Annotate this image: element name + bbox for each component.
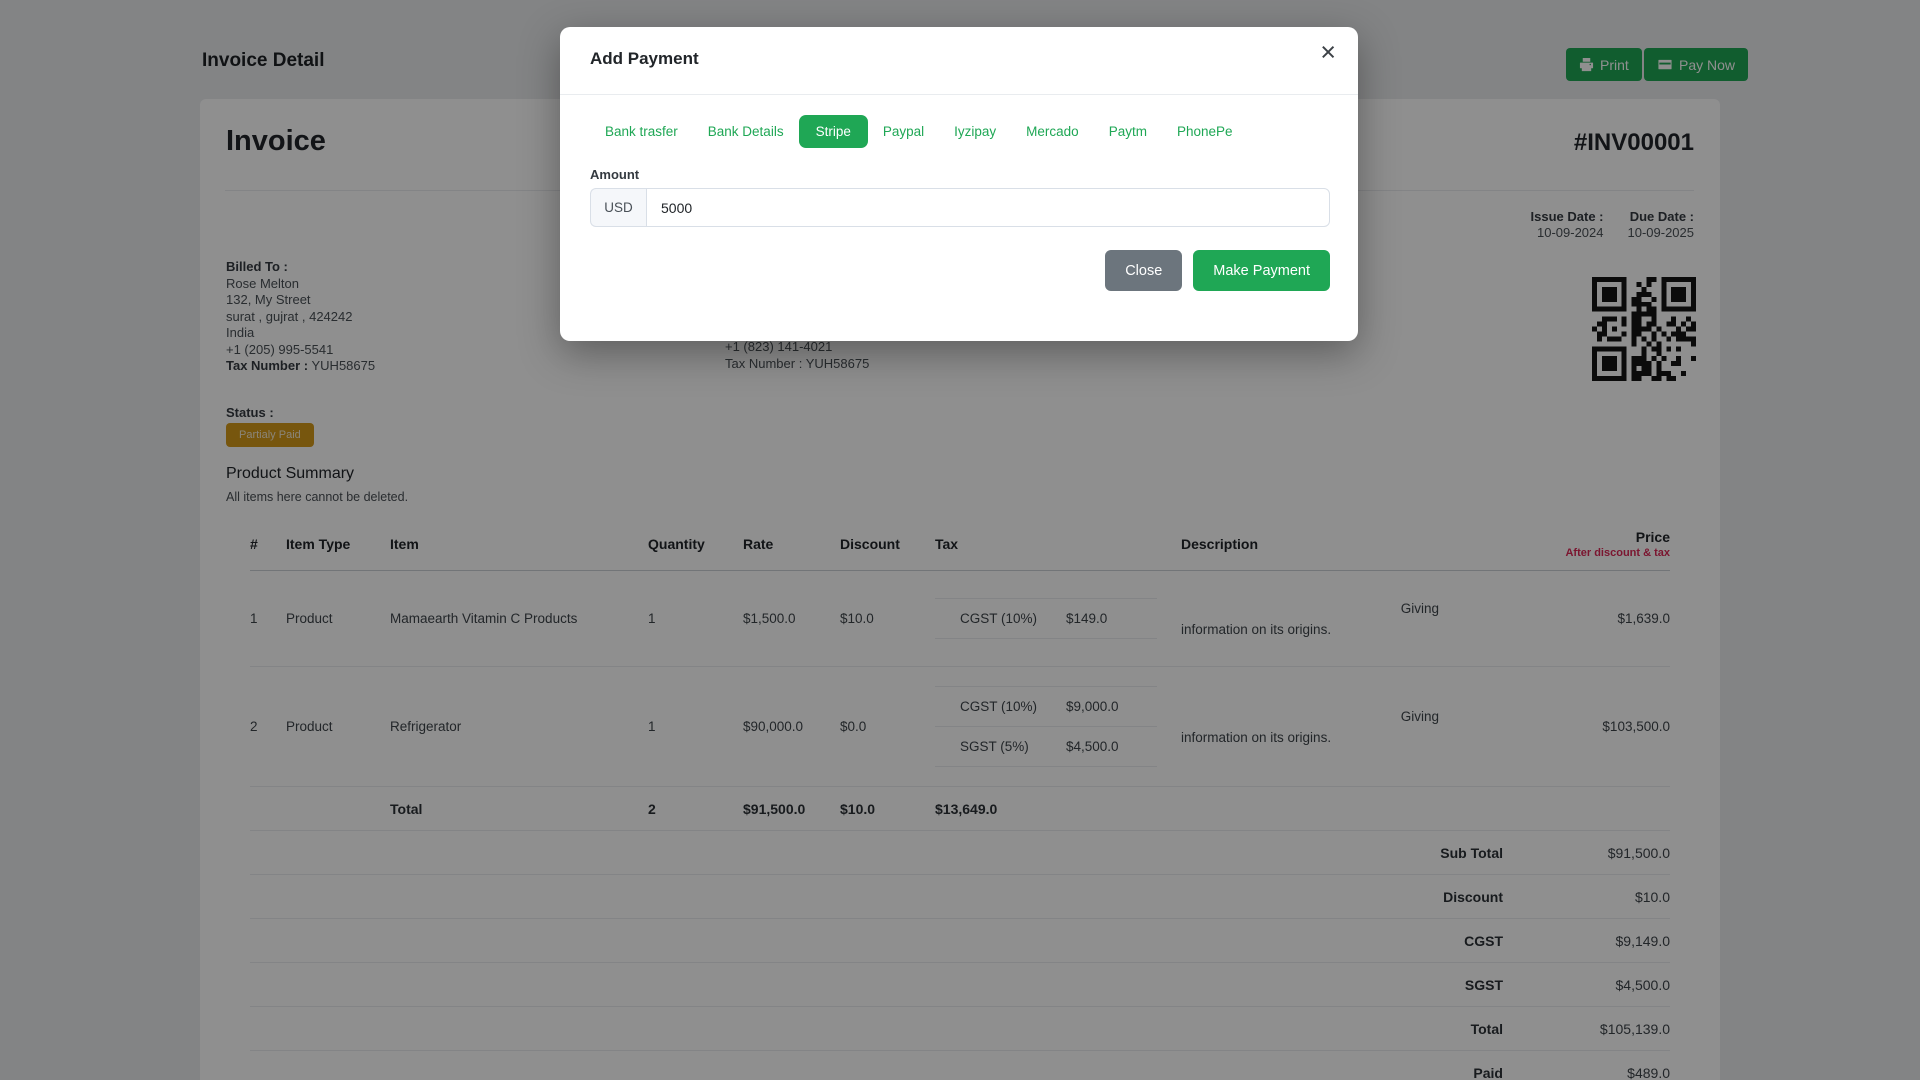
tab-paytm[interactable]: Paytm xyxy=(1094,115,1162,148)
close-icon[interactable]: × xyxy=(1320,39,1336,66)
modal-footer: Close Make Payment xyxy=(1105,250,1330,291)
close-button[interactable]: Close xyxy=(1105,250,1183,291)
amount-input-group: USD xyxy=(590,188,1330,227)
currency-addon: USD xyxy=(590,188,646,227)
tab-mercado[interactable]: Mercado xyxy=(1011,115,1094,148)
make-payment-button[interactable]: Make Payment xyxy=(1193,250,1330,291)
invoice-detail-page: Invoice Detail Print Pay Now Invoice #IN… xyxy=(0,0,1920,1080)
modal-title: Add Payment xyxy=(590,49,699,68)
tab-bank-details[interactable]: Bank Details xyxy=(693,115,799,148)
payment-method-tabs: Bank trasfer Bank Details Stripe Paypal … xyxy=(590,115,1248,148)
add-payment-modal: Add Payment × Bank trasfer Bank Details … xyxy=(560,27,1358,341)
amount-input[interactable] xyxy=(646,188,1330,227)
modal-header: Add Payment × xyxy=(560,27,1358,95)
tab-stripe[interactable]: Stripe xyxy=(798,115,868,148)
tab-phonepe[interactable]: PhonePe xyxy=(1162,115,1248,148)
amount-label: Amount xyxy=(590,167,640,182)
tab-paypal[interactable]: Paypal xyxy=(868,115,939,148)
tab-iyzipay[interactable]: Iyzipay xyxy=(939,115,1011,148)
tab-bank-trasfer[interactable]: Bank trasfer xyxy=(590,115,693,148)
